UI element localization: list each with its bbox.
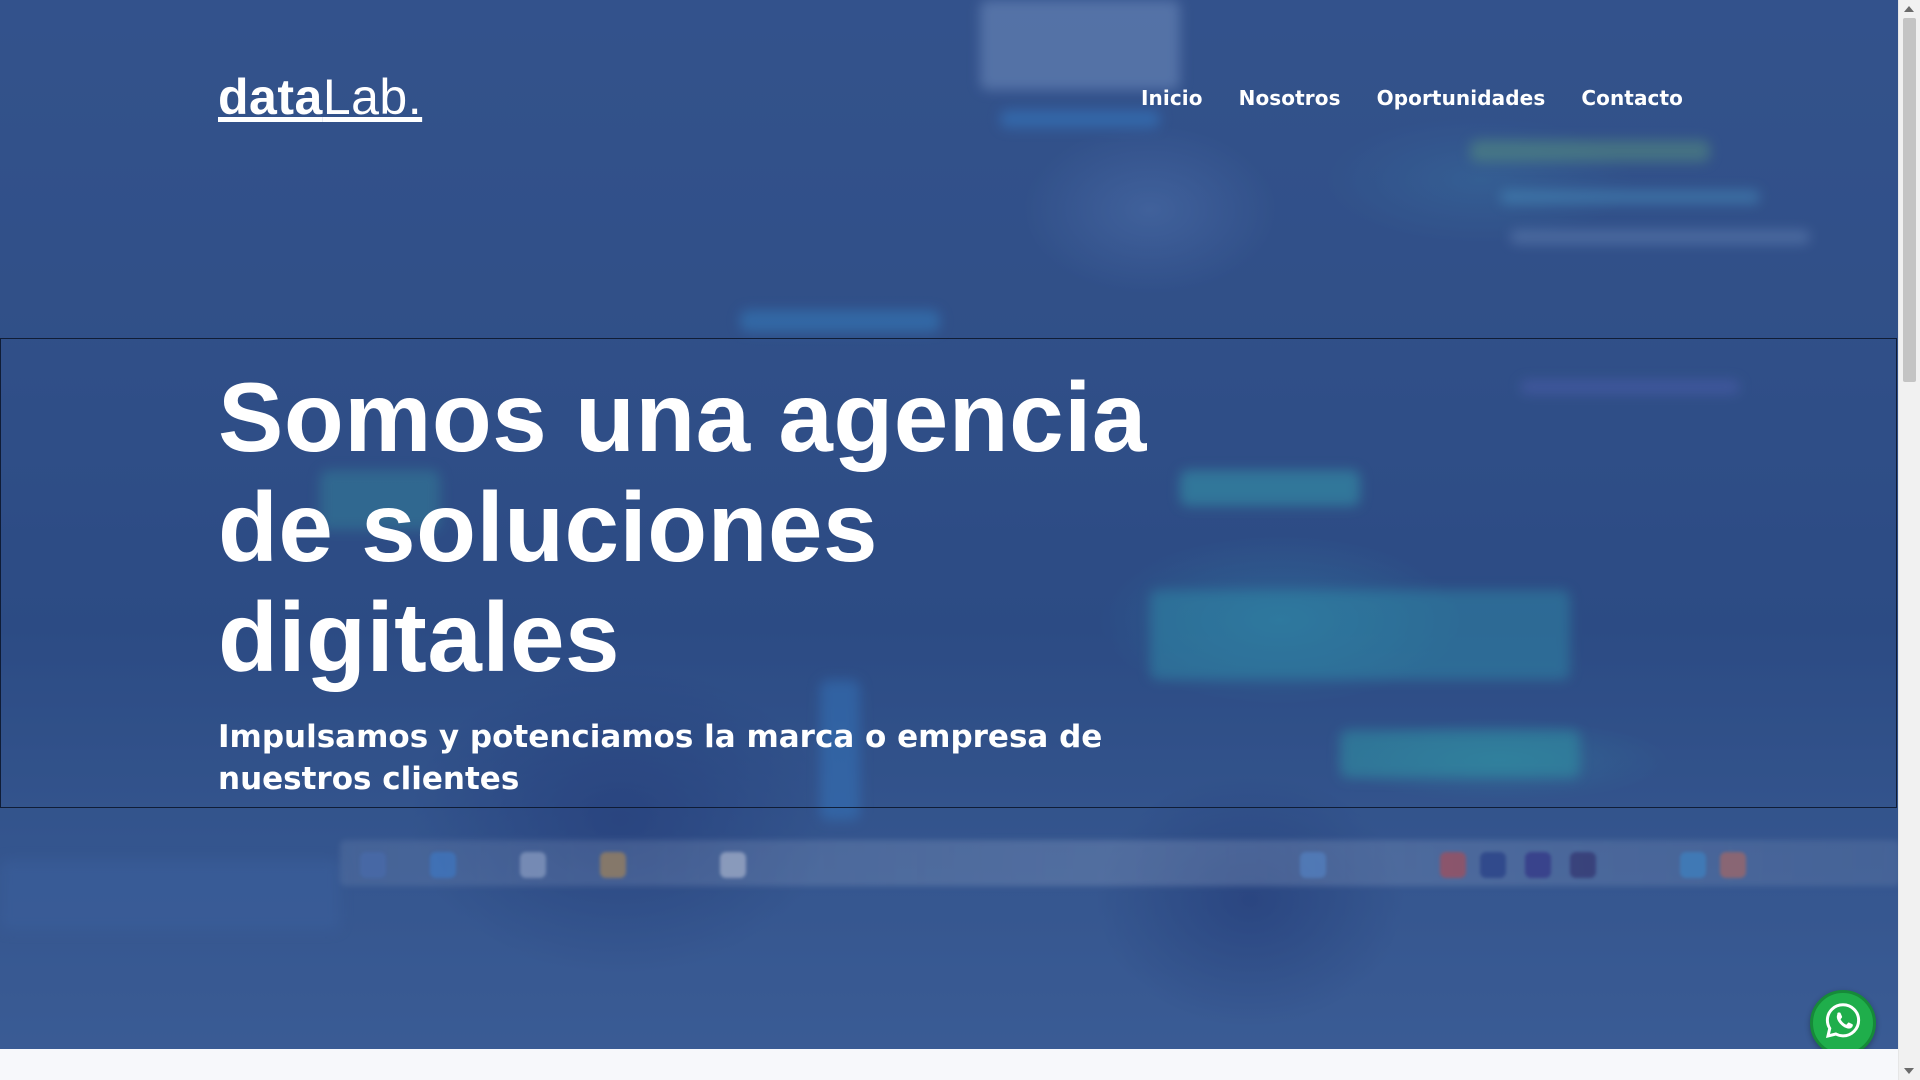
next-section-edge [0, 1049, 1899, 1080]
nav-item-nosotros[interactable]: Nosotros [1239, 86, 1341, 110]
nav-item-contacto[interactable]: Contacto [1581, 86, 1683, 110]
page-scrollbar[interactable] [1898, 0, 1920, 1080]
nav-item-inicio[interactable]: Inicio [1141, 86, 1203, 110]
scroll-down-arrow-icon[interactable] [1904, 1068, 1914, 1074]
site-logo[interactable]: dataLab. [218, 68, 422, 126]
whatsapp-button[interactable] [1810, 990, 1876, 1056]
scrollbar-thumb[interactable] [1903, 18, 1916, 382]
logo-light-text: Lab. [322, 69, 423, 125]
whatsapp-icon [1823, 1001, 1863, 1045]
nav-item-oportunidades[interactable]: Oportunidades [1377, 86, 1546, 110]
hero-headline: Somos una agencia de soluciones digitale… [218, 362, 1147, 692]
hero-subheadline: Impulsamos y potenciamos la marca o empr… [218, 719, 1103, 797]
main-nav: Inicio Nosotros Oportunidades Contacto [1141, 86, 1683, 110]
logo-bold-text: data [218, 69, 323, 125]
scroll-up-arrow-icon[interactable] [1904, 6, 1914, 12]
